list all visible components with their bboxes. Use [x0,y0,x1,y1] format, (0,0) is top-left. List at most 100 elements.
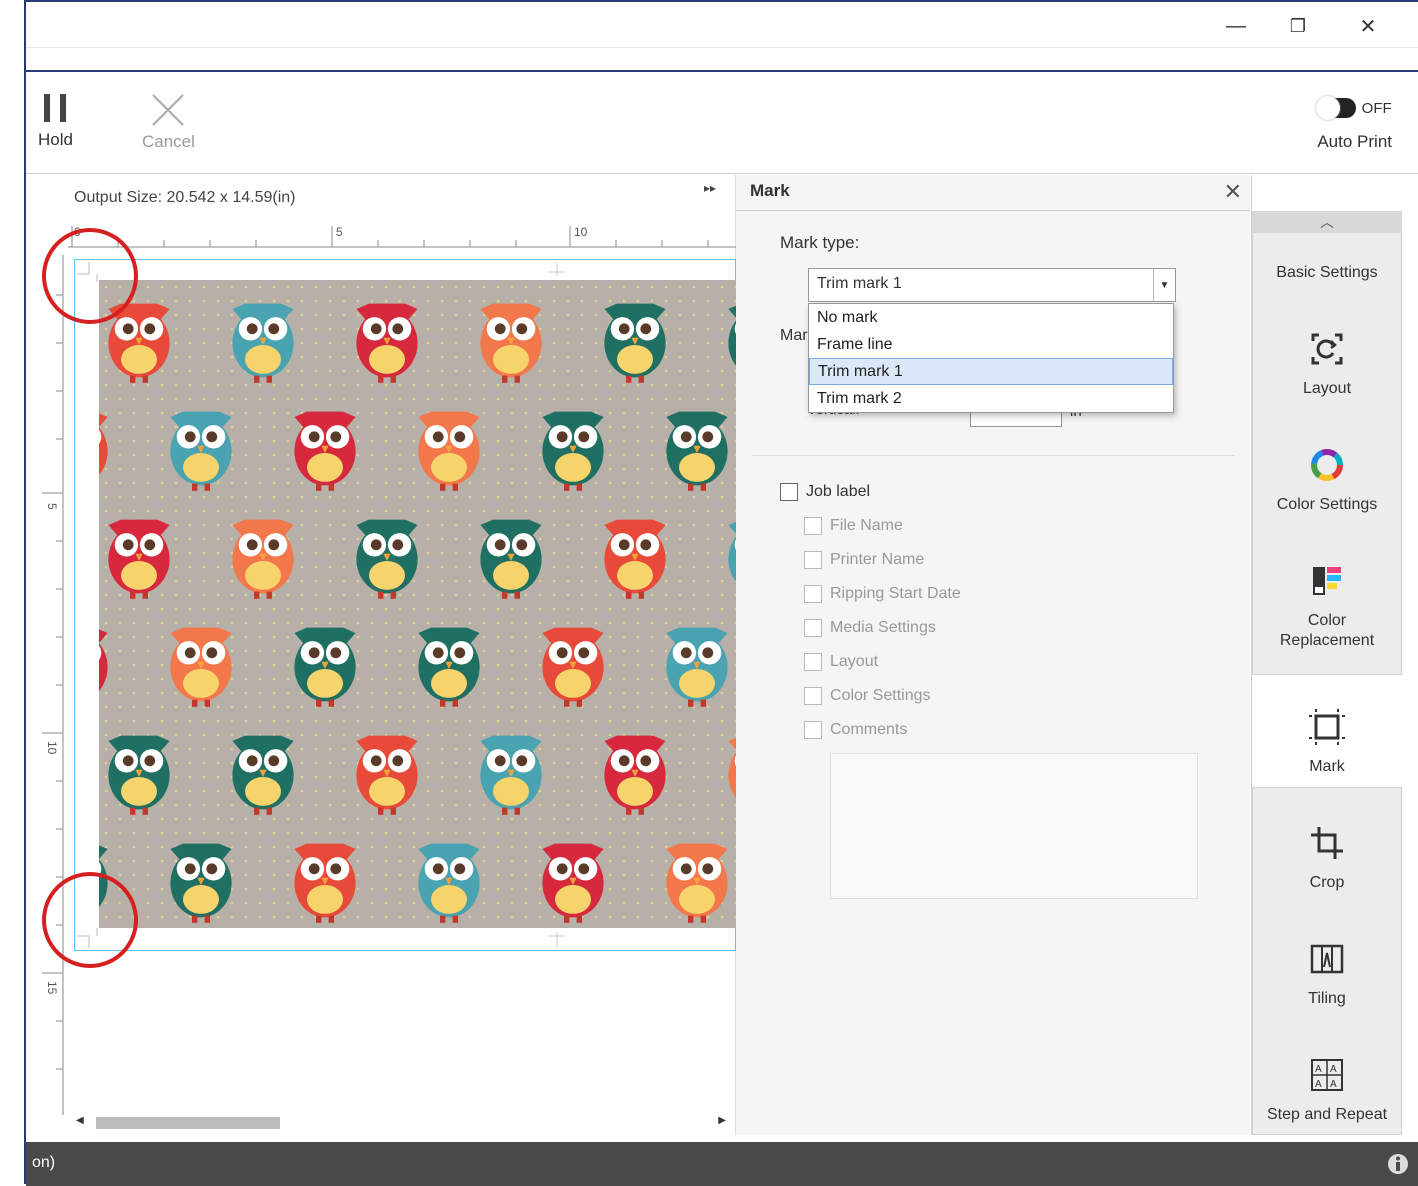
scrollbar-thumb[interactable] [96,1117,280,1129]
layout-checkbox[interactable] [804,653,822,671]
layout-icon [1307,329,1347,369]
layout-checkbox-row[interactable]: Layout [804,653,878,671]
nav-item-tiling[interactable]: Tiling [1252,903,1402,1019]
close-panel-icon[interactable]: ✕ [1224,179,1242,205]
nav-item-basic-settings[interactable]: Basic Settings [1252,175,1402,293]
owl-pattern-image [99,280,737,928]
step-repeat-icon: AAAA [1307,1055,1347,1095]
crop-icon [1307,823,1347,863]
auto-print-control: OFF Auto Print [1315,96,1392,152]
menu-strip [26,48,1418,72]
restore-icon: ❐ [1289,15,1307,36]
cancel-label: Cancel [142,132,195,151]
media-settings-checkbox-row[interactable]: Media Settings [804,619,936,637]
mark-type-select[interactable]: Trim mark 1 ▼ [808,268,1176,302]
comments-checkbox[interactable] [804,721,822,739]
nav-label-basic-settings: Basic Settings [1276,264,1378,281]
auto-print-state: OFF [1361,99,1392,117]
cancel-x-icon [152,94,185,126]
toolbar: Hold Cancel OFF Auto Print [26,74,1418,174]
hold-button[interactable]: Hold [38,92,73,150]
job-label-checkbox-row[interactable]: Job label [780,483,870,501]
chevron-down-icon[interactable]: ▼ [1153,269,1175,301]
owl-artwork [99,280,737,928]
mark-panel-title: Mark [750,181,790,200]
title-bar: — ❐ ✕ [26,2,1418,48]
ruler-v-label-10: 10 [45,741,59,755]
file-name-checkbox[interactable] [804,517,822,535]
color-settings-checkbox[interactable] [804,687,822,705]
nav-label-color-replacement: Color Replacement [1279,612,1375,649]
tiling-icon [1307,939,1347,979]
minimize-button[interactable]: — [1216,10,1256,42]
color-settings-checkbox-row[interactable]: Color Settings [804,687,931,705]
cancel-button[interactable]: Cancel [142,92,195,152]
nav-label-step-and-repeat: Step and Repeat [1266,1106,1388,1123]
dropdown-option-no-mark[interactable]: No mark [809,304,1173,331]
comments-label: Comments [830,721,908,738]
nav-item-color-settings[interactable]: Color Settings [1252,409,1402,525]
ruler-v-label-5: 5 [45,503,59,510]
comments-textarea[interactable] [830,753,1198,899]
dropdown-option-trim-mark-1[interactable]: Trim mark 1 [809,358,1173,385]
status-text: on) [32,1154,56,1171]
nav-label-tiling: Tiling [1308,990,1346,1007]
dropdown-option-frame-line[interactable]: Frame line [809,331,1173,358]
close-window-button[interactable]: ✕ [1348,10,1388,42]
horizontal-ruler: 0 5 10 [68,225,736,248]
nav-label-layout: Layout [1302,380,1352,397]
vertical-ruler: 5 10 15 [42,255,64,1115]
status-bar: on) [26,1142,1418,1186]
color-settings-label: Color Settings [830,687,931,704]
output-size-text: Output Size: 20.542 x 14.59(in) [74,189,296,206]
nav-item-step-and-repeat[interactable]: AAAA Step and Repeat [1252,1019,1402,1135]
nav-label-mark: Mark [1309,758,1345,775]
color-wheel-icon [1307,445,1347,485]
layout-label: Layout [830,653,879,670]
preview-pane: Output Size: 20.542 x 14.59(in) ▸▸ 0 5 1… [28,175,737,1135]
nav-item-color-replacement[interactable]: Color Replacement [1252,531,1402,661]
comments-checkbox-row[interactable]: Comments [804,721,907,739]
job-label-checkbox[interactable] [780,483,798,501]
scroll-left-icon[interactable]: ◀ [76,1115,84,1126]
collapse-preview-icon[interactable]: ▸▸ [704,181,716,195]
ruler-v-label-15: 15 [45,981,59,995]
mark-type-dropdown[interactable]: No mark Frame line Trim mark 1 Trim mark… [808,303,1174,413]
color-replacement-icon [1307,561,1347,601]
ripping-start-date-checkbox-row[interactable]: Ripping Start Date [804,585,961,603]
ripping-start-date-checkbox[interactable] [804,585,822,603]
media-settings-label: Media Settings [830,619,936,636]
printer-name-checkbox-row[interactable]: Printer Name [804,551,924,569]
scroll-right-icon[interactable]: ▶ [718,1115,726,1126]
mark-icon [1307,707,1347,747]
nav-label-crop: Crop [1309,874,1345,891]
side-navigation: ︿ Basic Settings Layout Color Settings C… [1251,175,1418,1135]
close-icon: ✕ [1359,15,1377,38]
svg-text:A: A [1315,1064,1322,1075]
svg-text:A: A [1315,1079,1322,1090]
mark-panel-header: Mark ✕ [736,175,1250,211]
mark-type-label: Mark type: [780,233,860,252]
hold-label: Hold [38,130,73,149]
print-artboard [74,259,737,951]
nav-item-layout[interactable]: Layout [1252,293,1402,409]
file-name-checkbox-row[interactable]: File Name [804,517,903,535]
trim-mark-bottom-center [549,932,565,948]
auto-print-toggle[interactable] [1315,96,1356,120]
ruler-h-label-5: 5 [336,225,343,239]
media-settings-checkbox[interactable] [804,619,822,637]
panel-divider [752,455,1234,456]
info-icon[interactable] [1386,1152,1410,1176]
highlight-circle-bottom-left [42,872,138,968]
highlight-circle-top-left [42,228,138,324]
nav-item-mark[interactable]: Mark [1252,671,1402,787]
job-label-text: Job label [806,483,871,500]
ruler-h-label-10: 10 [574,225,588,239]
dropdown-option-trim-mark-2[interactable]: Trim mark 2 [809,385,1173,412]
file-name-label: File Name [830,517,903,534]
printer-name-checkbox[interactable] [804,551,822,569]
nav-item-crop[interactable]: Crop [1252,787,1402,903]
horizontal-scrollbar[interactable]: ◀ ▶ [76,1115,726,1129]
svg-text:A: A [1330,1064,1337,1075]
restore-button[interactable]: ❐ [1278,10,1318,42]
